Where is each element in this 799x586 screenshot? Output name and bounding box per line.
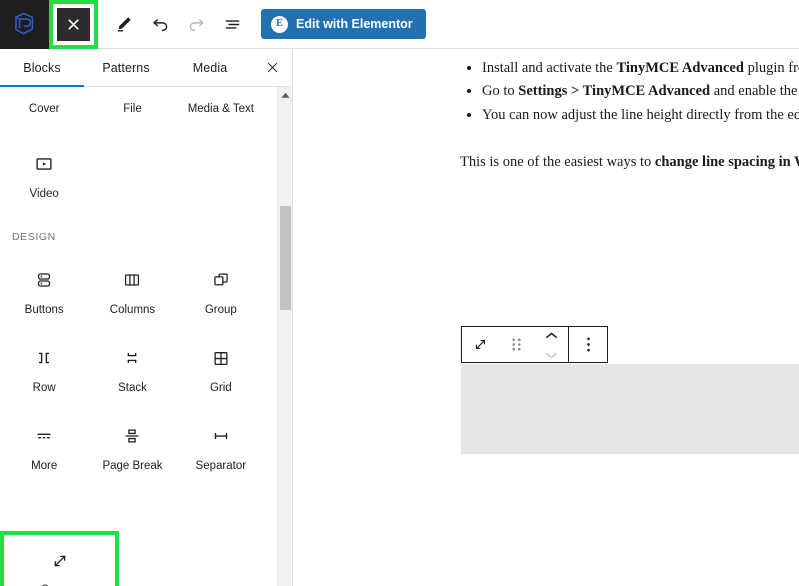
list-item: You can now adjust the line height direc… [482, 104, 799, 127]
drag-dots-icon [510, 337, 523, 352]
scrollbar-thumb[interactable] [280, 206, 291, 310]
block-item-file[interactable]: File [88, 93, 176, 127]
grid-icon [210, 343, 232, 373]
close-inserter-button[interactable] [252, 49, 292, 86]
close-x-icon [266, 61, 279, 74]
close-button-highlight [49, 0, 98, 49]
page-break-icon [121, 421, 143, 451]
selected-spacer-block[interactable] [461, 364, 799, 454]
tab-media[interactable]: Media [168, 49, 252, 86]
redo-button[interactable] [178, 6, 214, 42]
block-item-spacer[interactable]: Spacer [0, 531, 119, 586]
undo-arrow-icon [151, 15, 170, 34]
edit-with-elementor-button[interactable]: E Edit with Elementor [261, 9, 426, 39]
tab-patterns[interactable]: Patterns [84, 49, 168, 86]
block-label: Media & Text [187, 103, 254, 116]
block-label: Group [204, 304, 237, 316]
block-item-cover[interactable]: Cover [0, 93, 88, 127]
edit-tool-button[interactable] [106, 6, 142, 42]
edit-with-elementor-label: Edit with Elementor [296, 17, 413, 31]
tab-patterns-label: Patterns [102, 60, 150, 75]
tab-media-label: Media [192, 60, 228, 75]
section-heading-design: DESIGN [12, 231, 56, 243]
post-content: Install and activate the TinyMCE Advance… [460, 49, 799, 175]
block-label: File [123, 103, 142, 116]
block-label: Buttons [24, 304, 64, 316]
block-item-page-break[interactable]: Page Break [88, 415, 176, 493]
video-play-icon [33, 149, 55, 179]
block-cell-empty-1 [88, 143, 176, 221]
block-item-buttons[interactable]: Buttons [0, 259, 88, 337]
block-row-partial: Cover File Media & Text [0, 93, 265, 127]
block-cell-empty-2 [177, 143, 265, 221]
caret-up-icon [281, 87, 290, 104]
columns-icon [121, 265, 143, 295]
undo-button[interactable] [142, 6, 178, 42]
block-movers[interactable] [534, 327, 568, 362]
vertical-ellipsis-icon [586, 336, 591, 353]
block-label: Page Break [102, 460, 163, 472]
closing-paragraph: This is one of the easiest ways to chang… [460, 151, 799, 174]
bold-text: Settings > TinyMCE Advanced [518, 83, 711, 100]
editor-canvas: Install and activate the TinyMCE Advance… [294, 49, 799, 586]
inserter-scrollbar[interactable] [277, 87, 292, 586]
spacer-diagonal-arrows-icon [50, 548, 70, 574]
block-label: Stack [118, 382, 147, 394]
block-item-separator[interactable]: Separator [177, 415, 265, 493]
block-toolbar [461, 326, 608, 363]
block-editor-screen: E Edit with Elementor Blocks Patterns Me… [0, 0, 799, 586]
inserter-tabs: Blocks Patterns Media [0, 49, 292, 87]
buttons-icon [33, 265, 55, 295]
list-item: Go to Settings > TinyMCE Advanced and en… [482, 80, 799, 103]
editor-top-bar: E Edit with Elementor [0, 0, 799, 49]
elementor-badge-icon: E [271, 15, 288, 33]
group-icon [210, 265, 232, 295]
chevron-up-icon[interactable] [545, 326, 558, 344]
more-icon [33, 421, 55, 451]
block-item-stack[interactable]: Stack [88, 337, 176, 415]
block-label: Row [32, 382, 56, 394]
list-view-icon [223, 15, 242, 34]
wordpress-block-editor-logo-icon [12, 11, 38, 37]
block-item-grid[interactable]: Grid [177, 337, 265, 415]
instruction-list: Install and activate the TinyMCE Advance… [482, 57, 799, 127]
block-label: Video [29, 188, 59, 200]
inserter-block-list[interactable]: Cover File Media & Text Video DESIGN But… [0, 87, 292, 586]
close-editor-button[interactable] [57, 7, 90, 41]
block-label: More [31, 460, 58, 472]
block-item-media-text[interactable]: Media & Text [177, 93, 265, 127]
block-grid-design: Buttons Columns Group Row Stack Grid Mor… [0, 259, 265, 493]
close-x-icon [66, 17, 81, 32]
tab-blocks[interactable]: Blocks [0, 49, 84, 87]
block-item-more[interactable]: More [0, 415, 88, 493]
drag-handle-button[interactable] [498, 327, 534, 362]
stack-icon [121, 343, 143, 373]
bold-text: TinyMCE Advanced [616, 60, 744, 76]
separator-icon [210, 421, 232, 451]
block-type-button[interactable] [462, 327, 498, 362]
block-item-video[interactable]: Video [0, 143, 88, 221]
row-icon [33, 343, 55, 373]
document-overview-button[interactable] [214, 6, 250, 42]
block-options-button[interactable] [569, 327, 607, 362]
block-row-media: Video [0, 143, 265, 221]
bold-text: change line spacing in Word [654, 154, 799, 171]
block-item-columns[interactable]: Columns [88, 259, 176, 337]
chevron-down-icon[interactable] [545, 346, 558, 364]
block-label: Cover [28, 103, 60, 116]
block-item-row[interactable]: Row [0, 337, 88, 415]
pencil-icon [115, 15, 133, 33]
redo-arrow-icon [187, 15, 206, 34]
block-inserter-panel: Blocks Patterns Media Cover File Media &… [0, 49, 293, 586]
wordpress-logo-tile [0, 0, 49, 49]
block-label: Grid [209, 382, 232, 394]
block-label: Columns [109, 304, 156, 316]
block-item-group[interactable]: Group [177, 259, 265, 337]
tab-blocks-label: Blocks [23, 60, 61, 75]
spacer-diagonal-arrows-icon [472, 336, 489, 353]
scrollbar-up-button[interactable] [278, 87, 292, 103]
block-label: Separator [195, 460, 247, 472]
list-item: Install and activate the TinyMCE Advance… [482, 57, 799, 80]
block-toolbar-main-group [462, 327, 568, 362]
